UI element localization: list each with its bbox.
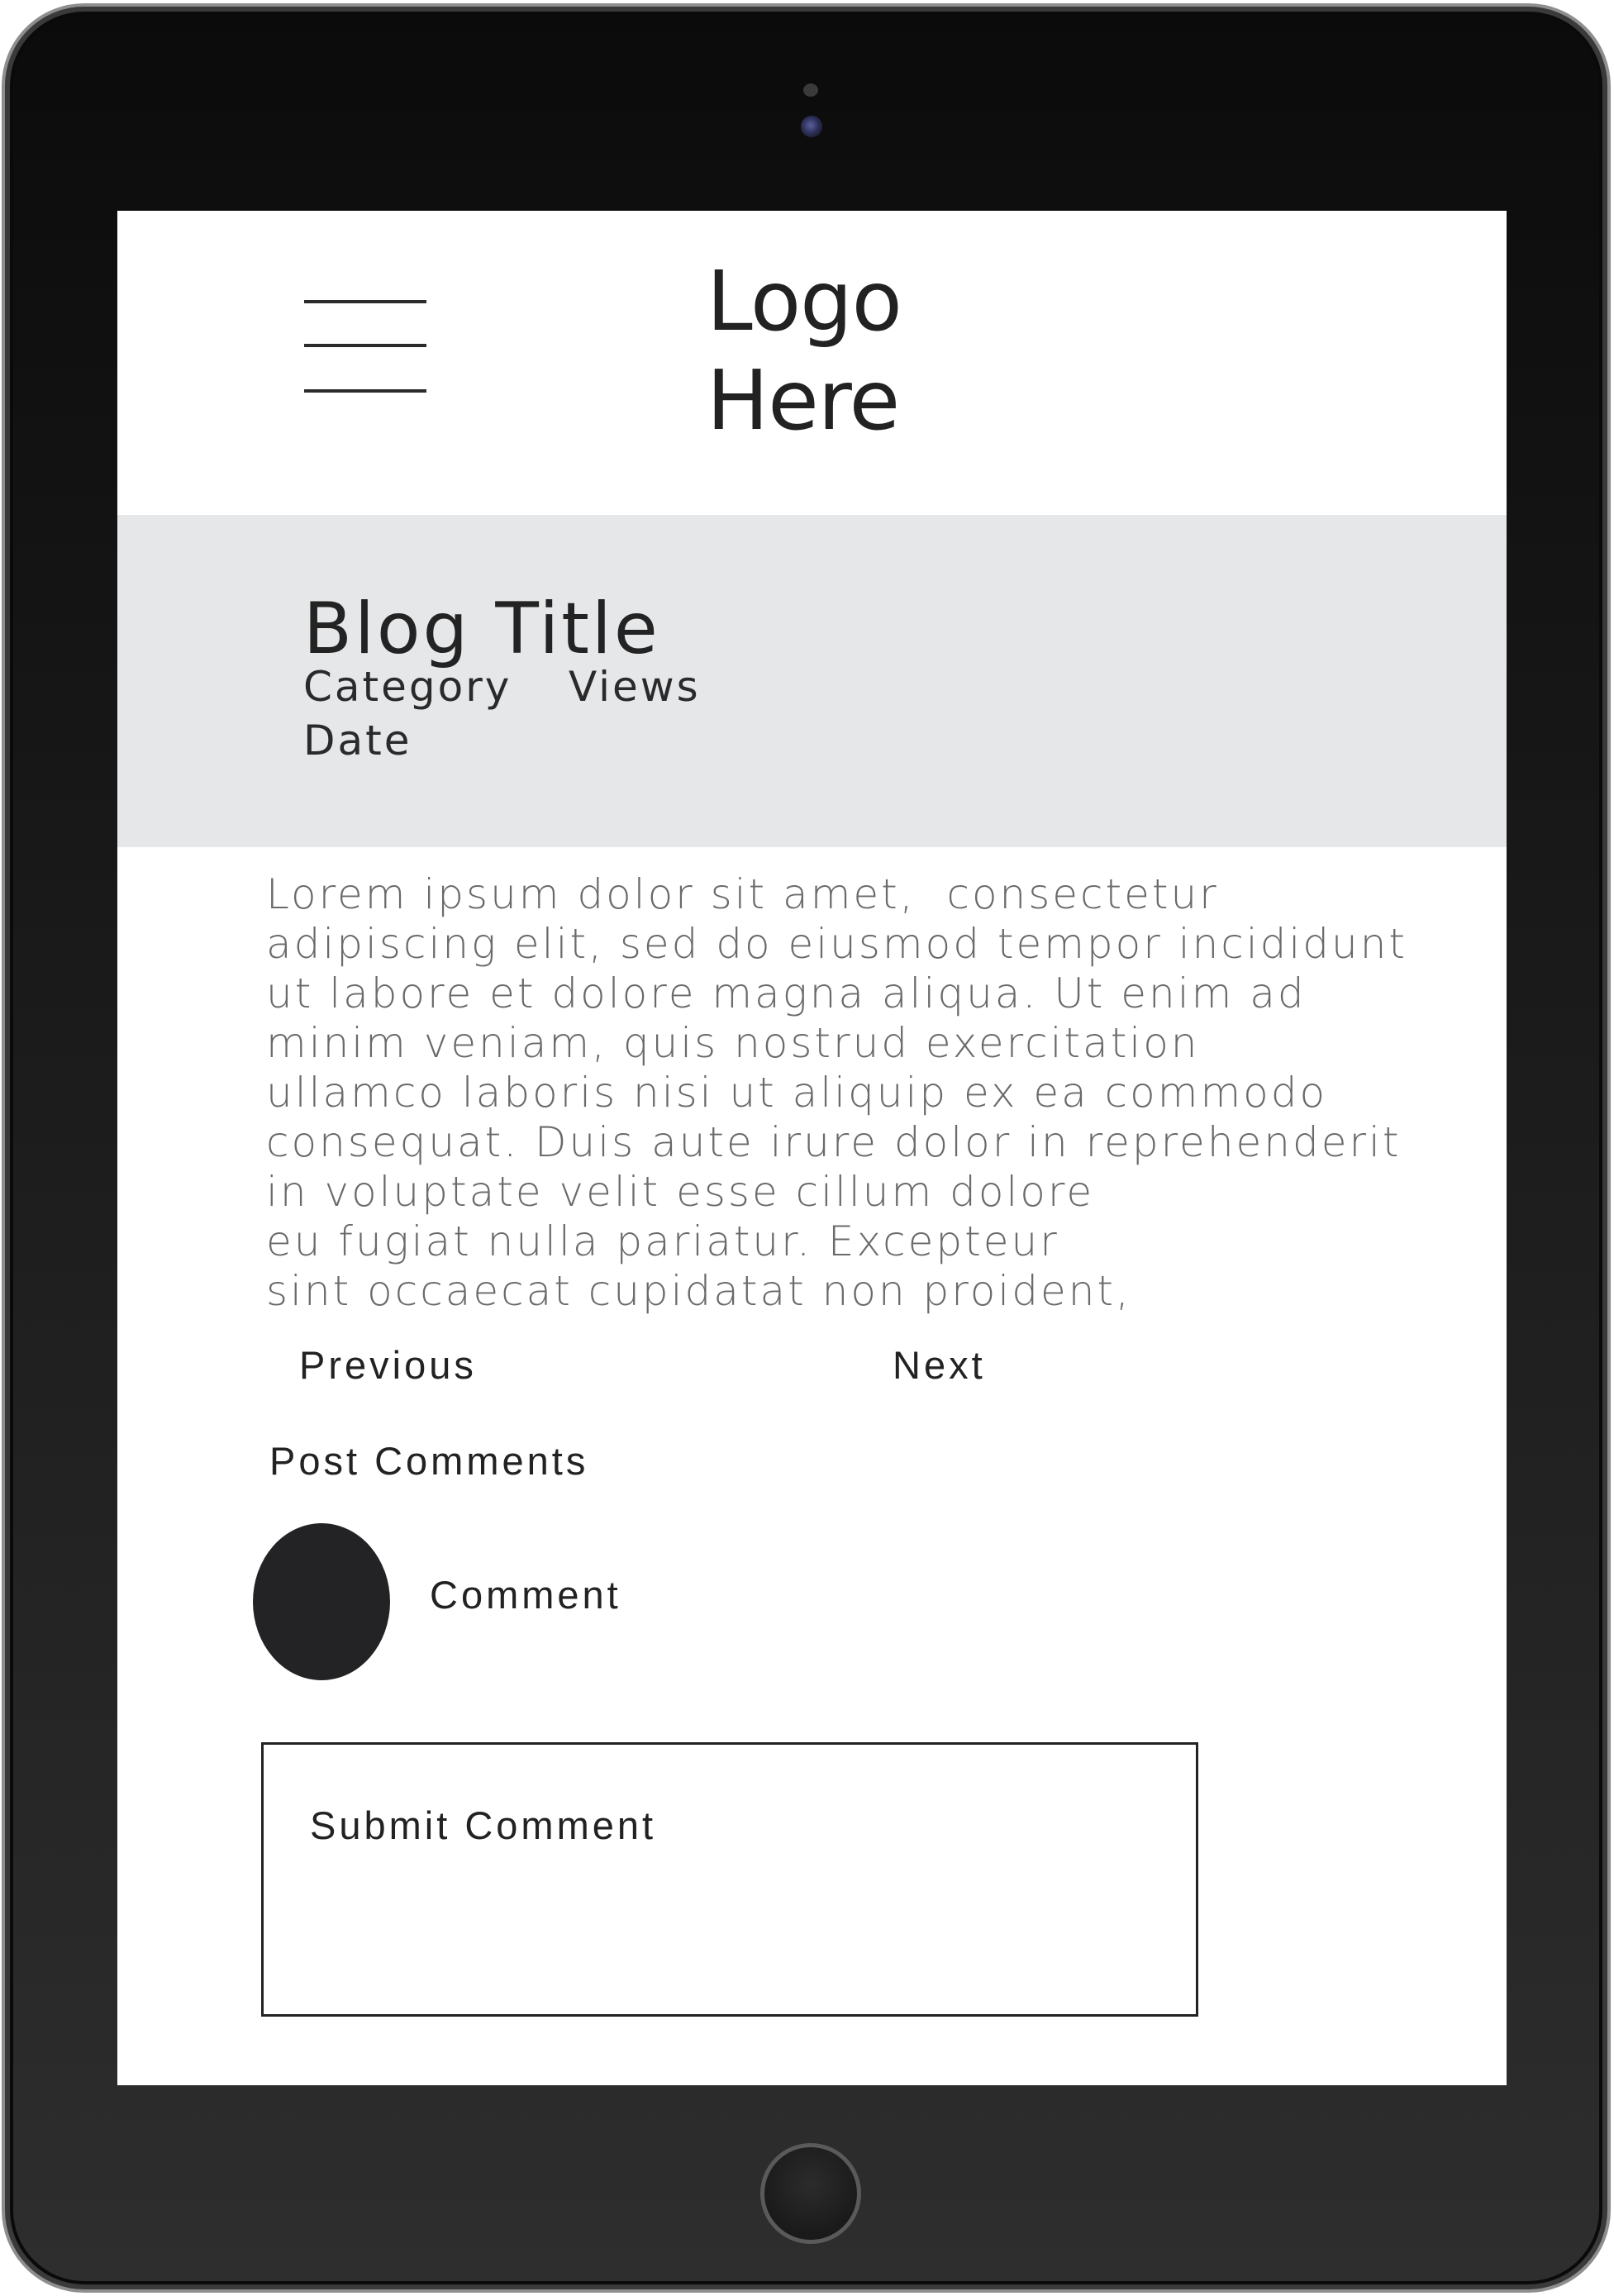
- blog-title: Blog Title: [303, 588, 660, 670]
- menu-line: [304, 389, 426, 393]
- submit-comment-field[interactable]: Submit Comment: [261, 1742, 1198, 2017]
- post-views: Views: [569, 663, 701, 711]
- menu-line: [304, 344, 426, 347]
- post-date: Date: [303, 717, 412, 765]
- hamburger-menu-icon[interactable]: [304, 300, 426, 399]
- logo-line-2: Here: [707, 352, 900, 449]
- previous-post-link[interactable]: Previous: [299, 1341, 477, 1390]
- post-category[interactable]: Category: [303, 662, 512, 712]
- tablet-screen: Logo Here Blog Title Category Views Date…: [117, 211, 1507, 2085]
- avatar: [253, 1523, 390, 1680]
- submit-comment-placeholder: Submit Comment: [310, 1803, 657, 1847]
- site-logo[interactable]: Logo Here: [707, 252, 955, 450]
- tablet-device-frame: Logo Here Blog Title Category Views Date…: [2, 3, 1611, 2293]
- post-body: Lorem ipsum dolor sit amet, consectetur …: [266, 870, 1408, 1315]
- post-comments-heading: Post Comments: [269, 1439, 589, 1483]
- logo-line-1: Logo: [707, 253, 902, 350]
- front-sensor: [803, 83, 818, 97]
- home-button[interactable]: [760, 2143, 861, 2244]
- next-post-link[interactable]: Next: [893, 1341, 986, 1390]
- post-header-banner: Blog Title Category Views Date: [117, 515, 1507, 847]
- comment-text: Comment: [430, 1573, 621, 1617]
- menu-line: [304, 300, 426, 303]
- front-camera: [801, 116, 822, 137]
